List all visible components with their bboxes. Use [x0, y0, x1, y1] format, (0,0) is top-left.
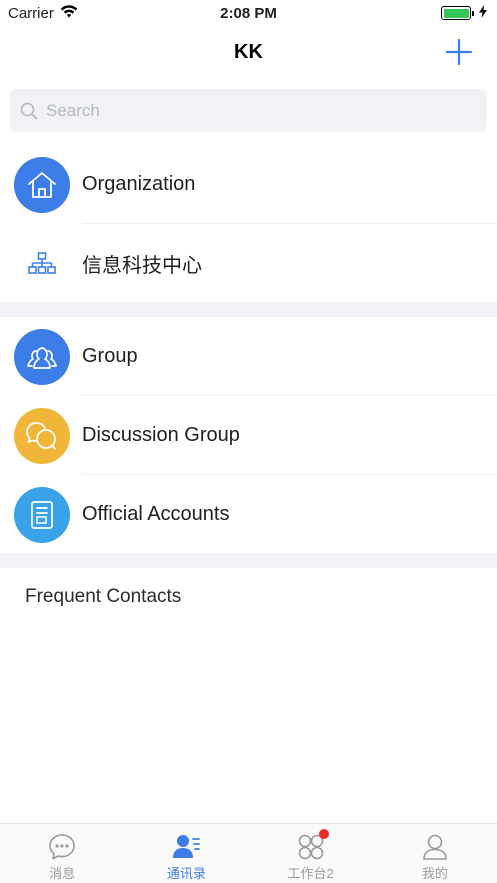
list-item-label: Discussion Group [82, 424, 240, 446]
status-bar: Carrier 2:08 PM [0, 0, 497, 26]
section-groups: Group Discussion Group Official Accounts [0, 317, 497, 554]
plus-icon [445, 38, 473, 66]
contacts-icon [173, 835, 201, 858]
house-icon [14, 156, 70, 213]
org-tree-icon [14, 236, 70, 292]
tab-label: 工作台2 [287, 866, 334, 881]
status-right [441, 4, 487, 22]
search-box[interactable] [10, 89, 487, 132]
profile-icon [423, 834, 447, 860]
tab-label: 通讯录 [166, 866, 206, 881]
frequent-contacts-header: Frequent Contacts [25, 586, 182, 607]
chat-dots-icon [49, 834, 75, 860]
list-item-label: Organization [82, 173, 196, 195]
tab-label: 我的 [421, 866, 448, 881]
list-item-official-accounts[interactable]: Official Accounts [0, 475, 497, 554]
list-item-discussion-group[interactable]: Discussion Group [0, 396, 497, 475]
charging-bolt-icon [479, 4, 487, 22]
list-item-label: Group [82, 345, 138, 367]
list-item-group[interactable]: Group [0, 317, 497, 396]
chat-bubbles-icon [14, 407, 70, 464]
section-gap [0, 302, 497, 317]
section-gap [0, 553, 497, 568]
wifi-icon [60, 4, 78, 22]
document-icon [14, 486, 70, 543]
search-input[interactable] [46, 100, 466, 121]
list-item-organization[interactable]: Organization [0, 145, 497, 224]
tab-contacts[interactable]: 通讯录 [124, 824, 248, 883]
tab-messages[interactable]: 消息 [0, 824, 124, 883]
nav-bar: KK [0, 26, 497, 78]
notification-badge [318, 829, 329, 839]
list-item-department[interactable]: 信息科技中心 [0, 224, 497, 303]
tab-profile[interactable]: 我的 [373, 824, 497, 883]
group-people-icon [14, 328, 70, 385]
add-button[interactable] [443, 36, 475, 68]
tab-workbench[interactable]: 工作台2 [249, 824, 373, 883]
tab-bar: 消息 通讯录 工作台2 我的 [0, 823, 497, 883]
search-icon [20, 102, 38, 119]
section-organization: Organization 信息科技中心 [0, 145, 497, 303]
status-left: Carrier [8, 5, 78, 22]
search-bar [10, 89, 487, 132]
list-item-label: Official Accounts [82, 503, 230, 525]
carrier-label: Carrier [8, 4, 54, 22]
page-title: KK [234, 40, 263, 63]
battery-icon [441, 6, 474, 20]
list-item-label: 信息科技中心 [82, 255, 202, 277]
tab-label: 消息 [49, 866, 76, 881]
